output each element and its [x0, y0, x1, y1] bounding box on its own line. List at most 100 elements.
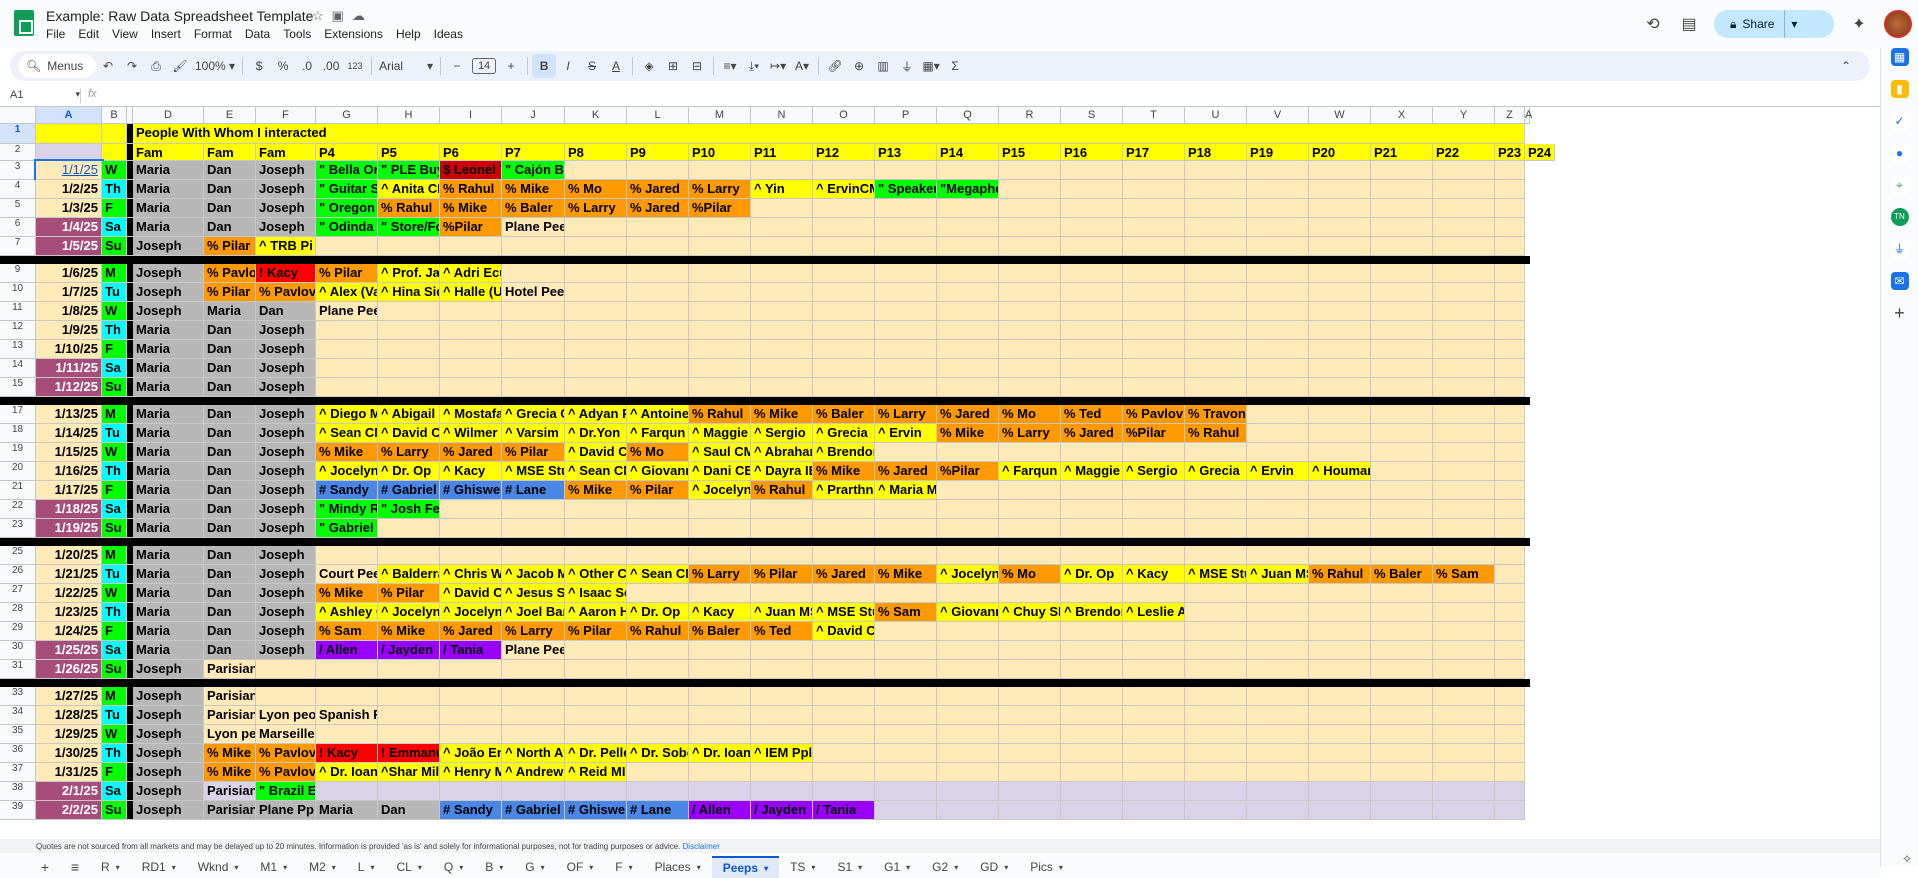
date-cell[interactable]: 1/12/25 — [36, 378, 102, 397]
tab-dropdown-icon[interactable]: ▾ — [697, 863, 701, 872]
empty-cell[interactable] — [1433, 405, 1495, 424]
date-cell[interactable]: 1/14/25 — [36, 424, 102, 443]
person-cell[interactable]: Parisian — [204, 660, 256, 679]
header-cell[interactable]: P15 — [999, 144, 1061, 161]
empty-cell[interactable] — [751, 378, 813, 397]
empty-cell[interactable] — [1371, 321, 1433, 340]
empty-cell[interactable] — [875, 763, 937, 782]
empty-cell[interactable] — [1061, 801, 1123, 820]
person-cell[interactable]: Maria — [204, 302, 256, 321]
empty-cell[interactable] — [1247, 424, 1309, 443]
person-cell[interactable]: # Lane — [502, 481, 565, 500]
empty-cell[interactable] — [1309, 744, 1371, 763]
person-cell[interactable]: % Larry — [999, 424, 1061, 443]
column-header[interactable]: K — [565, 107, 627, 124]
person-cell[interactable]: % Pavlov — [1123, 405, 1185, 424]
empty-cell[interactable] — [565, 378, 627, 397]
empty-cell[interactable] — [440, 546, 502, 565]
empty-cell[interactable] — [1309, 264, 1371, 283]
empty-cell[interactable] — [689, 782, 751, 801]
row-header[interactable]: 12 — [0, 321, 36, 340]
empty-cell[interactable] — [1123, 218, 1185, 237]
person-cell[interactable]: # Ghiswell — [565, 801, 627, 820]
date-cell[interactable]: 1/9/25 — [36, 321, 102, 340]
header-cell[interactable]: P14 — [937, 144, 999, 161]
person-cell[interactable]: % Rahul — [440, 180, 502, 199]
column-header[interactable]: Z — [1495, 107, 1525, 124]
person-cell[interactable]: ^ MSE Stu — [1185, 565, 1247, 584]
person-cell[interactable]: % Mo — [999, 405, 1061, 424]
empty-cell[interactable] — [565, 264, 627, 283]
column-header[interactable]: H — [378, 107, 440, 124]
empty-cell[interactable] — [627, 706, 689, 725]
empty-cell[interactable] — [999, 321, 1061, 340]
row-header[interactable]: 1 — [0, 124, 36, 144]
empty-cell[interactable] — [1185, 500, 1247, 519]
date-cell[interactable]: 1/22/25 — [36, 584, 102, 603]
weekday-cell[interactable]: Sa — [102, 218, 127, 237]
empty-cell[interactable] — [565, 641, 627, 660]
avatar[interactable] — [1884, 10, 1912, 38]
empty-cell[interactable] — [875, 161, 937, 180]
empty-cell[interactable] — [1309, 424, 1371, 443]
empty-cell[interactable] — [1185, 546, 1247, 565]
person-cell[interactable]: Maria — [133, 424, 204, 443]
version-history-icon[interactable]: ⟲ — [1642, 13, 1664, 35]
empty-cell[interactable] — [1123, 161, 1185, 180]
empty-cell[interactable] — [1185, 237, 1247, 256]
empty-cell[interactable] — [751, 283, 813, 302]
menu-help[interactable]: Help — [396, 27, 421, 41]
empty-cell[interactable] — [875, 660, 937, 679]
empty-cell[interactable] — [1495, 801, 1525, 820]
menu-data[interactable]: Data — [245, 27, 270, 41]
empty-cell[interactable] — [751, 641, 813, 660]
empty-cell[interactable] — [1371, 725, 1433, 744]
date-cell[interactable]: 1/4/25 — [36, 218, 102, 237]
empty-cell[interactable] — [689, 500, 751, 519]
empty-cell[interactable] — [999, 622, 1061, 641]
empty-cell[interactable] — [440, 237, 502, 256]
empty-cell[interactable] — [689, 519, 751, 538]
person-cell[interactable]: Maria — [133, 565, 204, 584]
person-cell[interactable]: % Larry — [502, 622, 565, 641]
maps-icon[interactable]: ⌖ — [1890, 176, 1909, 194]
person-cell[interactable]: ^ Dr. Ioann — [689, 744, 751, 763]
empty-cell[interactable] — [1247, 481, 1309, 500]
row-header[interactable]: 23 — [0, 519, 36, 538]
empty-cell[interactable] — [1371, 519, 1433, 538]
empty-cell[interactable] — [502, 660, 565, 679]
empty-cell[interactable] — [1495, 641, 1525, 660]
empty-cell[interactable] — [565, 161, 627, 180]
person-cell[interactable]: Maria — [133, 378, 204, 397]
empty-cell[interactable] — [1309, 359, 1371, 378]
person-cell[interactable]: Joseph — [256, 199, 316, 218]
empty-cell[interactable] — [999, 378, 1061, 397]
row-header[interactable]: 11 — [0, 302, 36, 321]
percent-button[interactable]: % — [271, 54, 295, 78]
empty-cell[interactable] — [1433, 378, 1495, 397]
date-cell[interactable] — [36, 144, 102, 161]
tab-dropdown-icon[interactable]: ▾ — [589, 863, 593, 872]
tab-dropdown-icon[interactable]: ▾ — [370, 863, 374, 872]
empty-cell[interactable] — [565, 519, 627, 538]
person-cell[interactable]: ^ Dayra IE — [751, 462, 813, 481]
person-cell[interactable]: Lyon peo — [256, 706, 316, 725]
empty-cell[interactable] — [999, 519, 1061, 538]
person-cell[interactable]: Joseph — [256, 481, 316, 500]
date-cell[interactable]: 1/24/25 — [36, 622, 102, 641]
column-header[interactable]: W — [1309, 107, 1371, 124]
menu-view[interactable]: View — [112, 27, 138, 41]
person-cell[interactable]: ^ Henry Mi — [440, 763, 502, 782]
empty-cell[interactable] — [256, 687, 316, 706]
empty-cell[interactable] — [1061, 500, 1123, 519]
tab-dropdown-icon[interactable]: ▾ — [629, 863, 633, 872]
empty-cell[interactable] — [1433, 782, 1495, 801]
empty-cell[interactable] — [1247, 660, 1309, 679]
empty-cell[interactable] — [1185, 622, 1247, 641]
empty-cell[interactable] — [1123, 359, 1185, 378]
person-cell[interactable]: ^ David CS — [378, 424, 440, 443]
empty-cell[interactable] — [1123, 237, 1185, 256]
keep-icon[interactable]: ▮ — [1890, 80, 1909, 98]
person-cell[interactable]: ^ Dr. Op — [1061, 565, 1123, 584]
person-cell[interactable]: Joseph — [256, 622, 316, 641]
